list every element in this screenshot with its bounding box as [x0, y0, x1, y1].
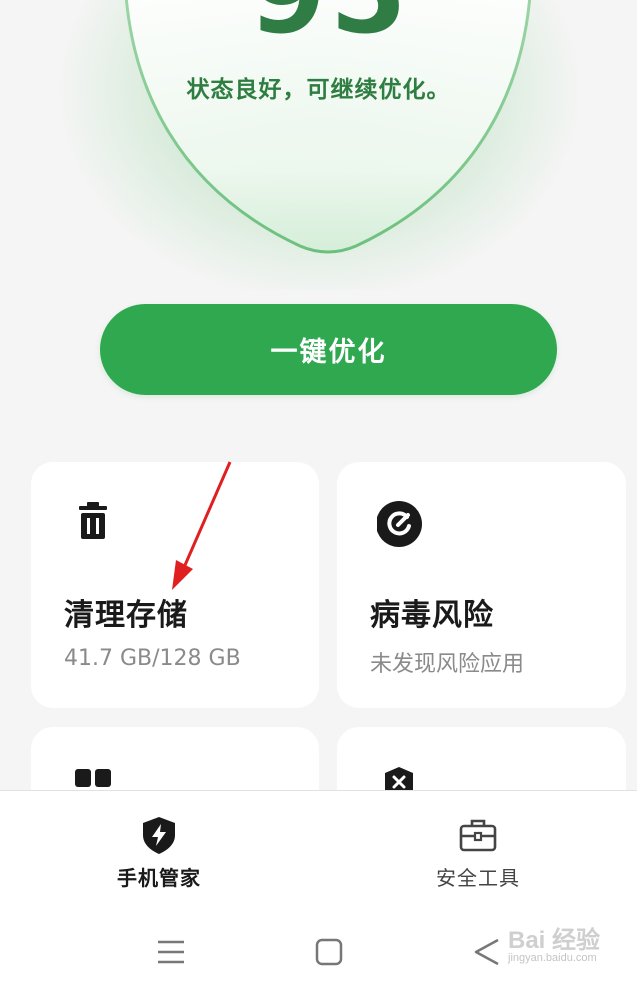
card-title: 清理存储 [64, 598, 188, 633]
tab-security-tools[interactable]: 安全工具 [319, 791, 637, 911]
shield-bolt-icon [143, 817, 175, 854]
home-icon[interactable] [308, 932, 348, 972]
watermark-logo: Bai 经验 jingyan.baidu.com [508, 920, 618, 976]
bottom-tab-bar: 手机管家 安全工具 [0, 790, 637, 911]
virus-status: 未发现风险应用 [370, 652, 525, 677]
menu-icon[interactable] [150, 932, 190, 972]
score-hero: 95 状态良好，可继续优化。 [0, 0, 637, 290]
watermark-url: jingyan.baidu.com [508, 952, 597, 964]
watermark-text: Bai 经验 [508, 927, 601, 954]
storage-usage: 41.7 GB/128 GB [64, 646, 241, 671]
virus-risk-card[interactable]: 病毒风险 未发现风险应用 [337, 462, 626, 708]
virus-scan-icon [377, 501, 422, 547]
status-text: 状态良好，可继续优化。 [186, 77, 451, 103]
optimize-button[interactable]: 一键优化 [100, 304, 557, 395]
tab-phone-manager[interactable]: 手机管家 [0, 791, 318, 911]
tab-label: 手机管家 [117, 866, 201, 890]
health-score: 95 [200, 0, 460, 58]
card-title: 病毒风险 [370, 598, 494, 633]
clean-storage-card[interactable]: 清理存储 41.7 GB/128 GB [31, 462, 319, 708]
tab-label: 安全工具 [436, 866, 520, 890]
back-icon[interactable] [468, 932, 508, 972]
toolbox-icon [459, 819, 497, 852]
trash-icon [79, 502, 107, 539]
